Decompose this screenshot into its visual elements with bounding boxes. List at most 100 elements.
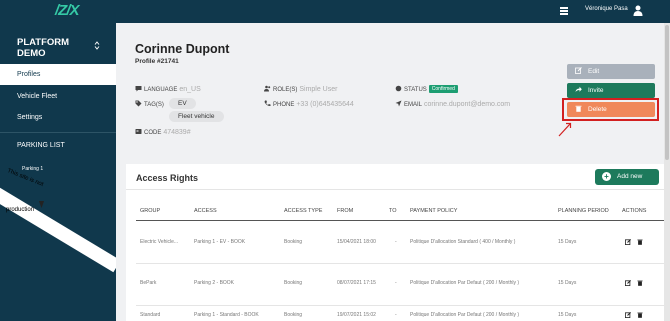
- edit-button[interactable]: Edit: [567, 64, 655, 79]
- access-rights-panel: Access Rights + Add new GROUP ACCESS ACCE…: [126, 164, 670, 321]
- language-icon: [135, 86, 142, 92]
- language-value: en_US: [179, 86, 201, 93]
- share-icon: [575, 86, 582, 92]
- ribbon-text-line2: production: [6, 207, 35, 213]
- top-bar: /Z/X Véronique Pasa: [0, 0, 670, 23]
- column-header-payment-policy[interactable]: PAYMENT POLICY: [410, 208, 457, 214]
- cell-from: 08/07/2021 17:15: [337, 280, 376, 286]
- parking-list-title: PARKING LIST: [17, 142, 65, 149]
- cell-access: Parking 2 - BOOK: [194, 280, 235, 286]
- status-dot-icon: [395, 85, 402, 92]
- cell-access: Parking 1 - EV - BOOK: [194, 239, 246, 245]
- cell-to: -: [395, 312, 397, 318]
- cell-type: Booking: [284, 239, 303, 245]
- trash-icon[interactable]: [637, 239, 643, 245]
- trash-icon[interactable]: [637, 312, 643, 318]
- column-header-from[interactable]: FROM: [337, 208, 353, 214]
- column-header-group[interactable]: GROUP: [140, 208, 160, 214]
- cell-access: Parking 1 - Standard - BOOK: [194, 312, 259, 318]
- roles-value: Simple User: [299, 86, 338, 93]
- cell-from: 15/04/2021 18:00: [337, 239, 376, 245]
- plus-icon: +: [602, 172, 611, 181]
- roles-label: ROLE(S): [273, 87, 298, 93]
- scrollbar-thumb[interactable]: [665, 25, 669, 160]
- sidebar-divider: [0, 132, 116, 133]
- parking-list-item[interactable]: Parking 1: [22, 166, 43, 172]
- sidebar-item-vehicle-fleet[interactable]: Vehicle Fleet: [0, 86, 116, 107]
- email-label: EMAIL: [404, 102, 423, 108]
- column-header-actions: ACTIONS: [622, 208, 647, 214]
- cell-group: Standard: [140, 312, 161, 318]
- tag-pill: Fleet vehicle: [169, 111, 224, 122]
- invite-label: Invite: [588, 87, 604, 94]
- email-field: EMAIL corinne.dupont@demo.com: [395, 100, 510, 108]
- user-name[interactable]: Véronique Pasa: [585, 6, 628, 12]
- row-divider: [136, 263, 670, 264]
- status-label: STATUS: [404, 87, 427, 93]
- code-value: 474839#: [163, 129, 191, 136]
- edit-icon[interactable]: [625, 280, 631, 286]
- cell-policy: Politique D'allocation Par Defaut ( 200 …: [410, 312, 520, 318]
- send-icon: [395, 100, 402, 107]
- main-content: Corinne Dupont Profile #21741 LANGUAGE en…: [116, 23, 670, 321]
- delete-highlight-box: [562, 98, 659, 121]
- invite-button[interactable]: Invite: [567, 83, 655, 98]
- phone-icon: [264, 100, 271, 107]
- roles-field: ROLE(S) Simple User: [264, 85, 337, 93]
- profile-id: Profile #21741: [135, 58, 179, 65]
- code-label: CODE: [144, 130, 162, 136]
- chevron-updown-icon[interactable]: [94, 41, 100, 50]
- cell-group: Electric Vehicle...: [140, 239, 179, 245]
- access-rights-title: Access Rights: [136, 173, 199, 183]
- annotation-arrow-icon: [558, 122, 572, 137]
- cell-policy: Politique D'allocation Standard ( 400 / …: [410, 239, 516, 245]
- sidebar-item-profiles[interactable]: Profiles: [0, 64, 116, 85]
- trash-icon[interactable]: [637, 280, 643, 286]
- table-header-divider: [136, 220, 670, 221]
- status-field: STATUS Confirmed: [395, 85, 458, 93]
- profile-name: Corinne Dupont: [135, 42, 230, 56]
- cell-to: -: [395, 239, 397, 245]
- column-header-to[interactable]: TO: [389, 208, 397, 214]
- cell-to: -: [395, 280, 397, 286]
- card-icon: [135, 129, 142, 134]
- cell-type: Booking: [284, 280, 303, 286]
- add-new-label: Add new: [617, 173, 643, 180]
- status-badge: Confirmed: [428, 85, 458, 93]
- users-icon: [264, 85, 271, 92]
- cell-from: 19/07/2021 15:02: [337, 312, 376, 318]
- cell-period: 15 Days: [558, 239, 577, 245]
- sidebar: PLATFORM DEMO Profiles Vehicle Fleet Set…: [0, 23, 116, 321]
- sidebar-item-settings[interactable]: Settings: [0, 107, 116, 128]
- phone-field: PHONE +33 (0)645435644: [264, 100, 354, 108]
- brand-title[interactable]: PLATFORM DEMO: [17, 37, 87, 59]
- cell-group: BePark: [140, 280, 157, 286]
- pin-icon: [39, 201, 44, 208]
- edit-icon: [575, 67, 582, 74]
- email-value: corinne.dupont@demo.com: [424, 101, 511, 108]
- add-new-button[interactable]: + Add new: [595, 169, 659, 185]
- row-divider: [136, 305, 670, 306]
- phone-value: +33 (0)645435644: [296, 101, 354, 108]
- cell-period: 15 Days: [558, 312, 577, 318]
- cell-period: 15 Days: [558, 280, 577, 286]
- cell-policy: Politique D'allocation Par Defaut ( 200 …: [410, 280, 520, 286]
- edit-label: Edit: [588, 68, 600, 75]
- language-field: LANGUAGE en_US: [135, 85, 201, 93]
- edit-icon[interactable]: [625, 312, 631, 318]
- column-header-planning-period[interactable]: PLANNING PERIOD: [558, 208, 609, 214]
- tag-pill: EV: [169, 98, 196, 109]
- cell-type: Booking: [284, 312, 303, 318]
- column-header-access-type[interactable]: ACCESS TYPE: [284, 208, 322, 214]
- user-icon[interactable]: [633, 5, 643, 16]
- edit-icon[interactable]: [625, 239, 631, 245]
- column-header-access[interactable]: ACCESS: [194, 208, 217, 214]
- demo-ribbon: [0, 183, 116, 273]
- tags-field: TAG(S): [135, 100, 164, 108]
- tags-label: TAG(S): [144, 102, 164, 108]
- tag-icon: [135, 100, 142, 107]
- language-label: LANGUAGE: [144, 87, 178, 93]
- database-icon[interactable]: [559, 6, 569, 16]
- app-logo[interactable]: /Z/X: [55, 2, 79, 19]
- phone-label: PHONE: [273, 102, 295, 108]
